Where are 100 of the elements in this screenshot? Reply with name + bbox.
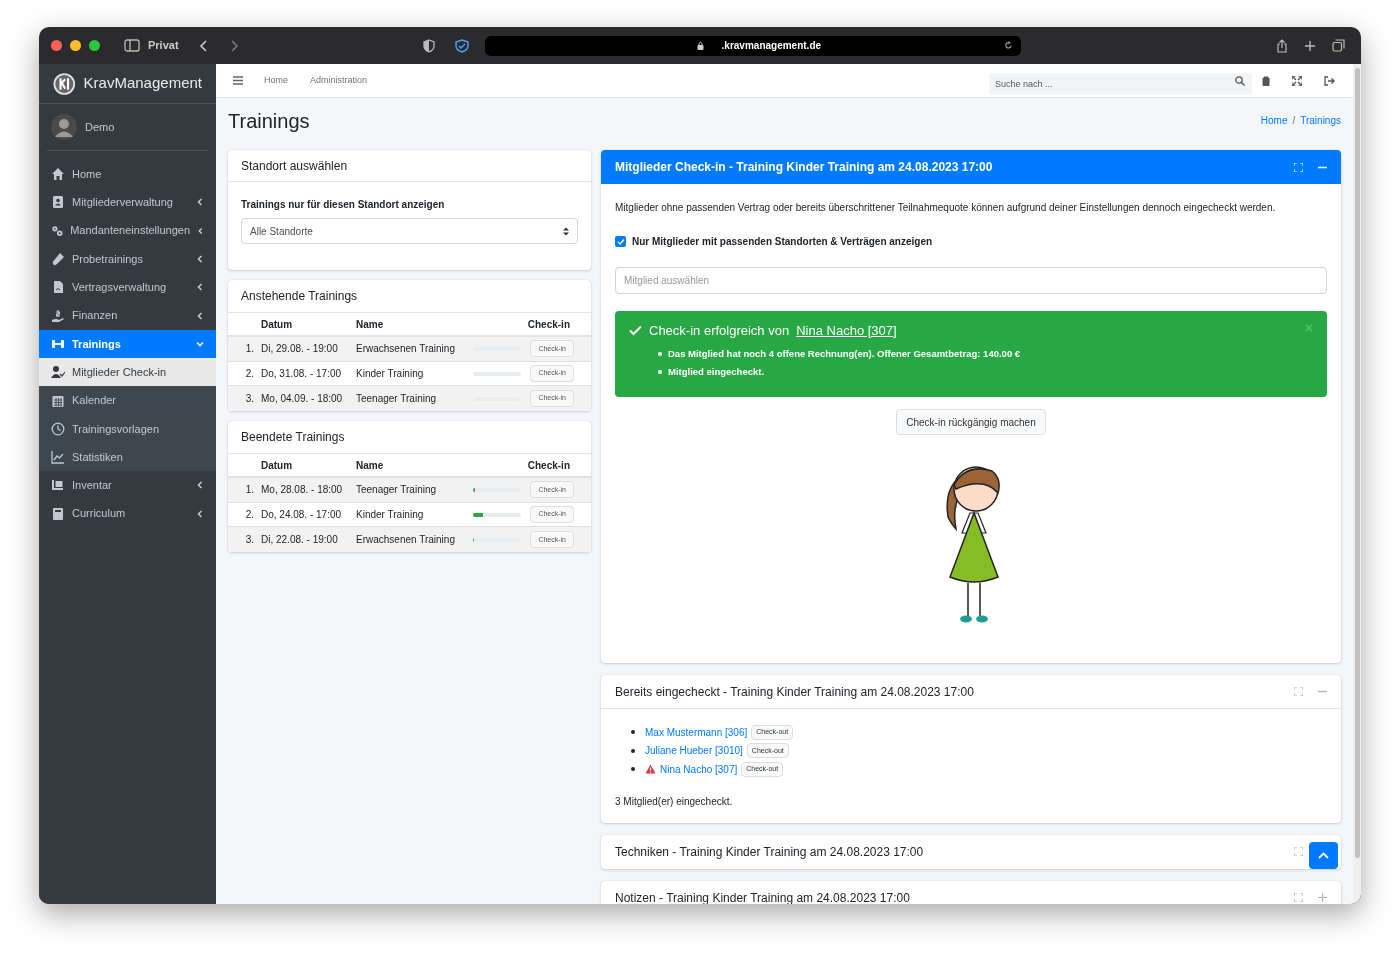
sidebar-item[interactable]: Mandanteneinstellungen — [39, 216, 216, 245]
member-select-field[interactable]: Mitglied auswählen — [615, 267, 1327, 294]
user-name[interactable]: Demo — [85, 118, 115, 136]
table-cell-text: Do, 24.08. - 17:00 — [261, 508, 343, 523]
brand-name[interactable]: KravManagement — [83, 72, 202, 95]
summary-text: 3 Mitglied(er) eingecheckt. — [615, 794, 734, 809]
window-control[interactable] — [89, 40, 100, 51]
hand-coin-icon — [51, 308, 65, 323]
sidebar-subitem[interactable]: Kalender — [39, 386, 216, 415]
gears-icon — [51, 223, 64, 238]
sidebar-item[interactable]: Inventar — [39, 471, 216, 500]
expand-icon — [1294, 893, 1303, 902]
test-tube-icon — [51, 252, 65, 267]
checkbox-label: Nur Mitglieder mit passenden Standorten & Verträgen anzeigen — [632, 235, 933, 249]
row-number: 2. — [244, 367, 255, 382]
table-cell-text: Mo, 04.09. - 18:00 — [261, 392, 344, 407]
expand-icon — [1294, 847, 1303, 856]
sidebar-item[interactable]: Trainings — [39, 329, 216, 359]
shield-check-icon — [454, 38, 469, 53]
sidebar-item[interactable]: Vertragsverwaltung — [39, 273, 216, 302]
table-cell-text: Di, 22.08. - 19:00 — [261, 533, 339, 548]
address-bar[interactable]: .kravmanagement.de — [484, 35, 1021, 56]
column-header: Check-in — [527, 458, 570, 473]
table-cell-text: Mo, 28.08. - 18:00 — [261, 483, 344, 498]
row-number: 1. — [244, 483, 255, 498]
clock-icon — [51, 421, 65, 436]
avatar-icon — [51, 114, 77, 140]
logo-icon — [53, 71, 76, 96]
calendar-icon — [51, 393, 65, 408]
clipboard-icon — [1262, 75, 1270, 86]
window-control[interactable] — [51, 40, 62, 51]
card-title: Anstehende Trainings — [228, 280, 591, 313]
sidebar-item[interactable]: Probetrainings — [39, 244, 216, 274]
table-cell-text: Teenager Training — [356, 392, 438, 407]
scrollbar-thumb[interactable] — [1354, 68, 1360, 858]
sidebar-subitem[interactable]: Statistiken — [39, 442, 216, 472]
row-number: 1. — [244, 342, 255, 357]
info-text: Mitglieder ohne passenden Vertrag oder bereits überschrittener Teilnahmequote können aufgrund deiner Einstellungen dennoch eingecheckt werden. — [615, 201, 1277, 215]
sidebar-item[interactable]: Finanzen — [39, 301, 216, 330]
sidebar-item[interactable]: Mitgliederverwaltung — [39, 188, 216, 217]
sort-caret-icon — [563, 226, 569, 236]
table-cell-text: Kinder Training — [356, 367, 425, 382]
member-link[interactable]: Nina Nacho [307] — [660, 761, 738, 777]
lock-icon — [696, 41, 704, 50]
bullet-icon — [658, 351, 662, 356]
breadcrumb-link[interactable]: Home — [1260, 113, 1288, 128]
forward-icon — [228, 39, 239, 52]
breadcrumb-link[interactable]: Trainings — [1300, 113, 1341, 128]
plus-icon — [1304, 39, 1316, 52]
sidebar-subitem[interactable]: Trainingsvorlagen — [39, 414, 216, 443]
bullet-icon — [658, 369, 662, 374]
search-icon — [1235, 75, 1245, 86]
card-title: Bereits eingecheckt - Training Kinder Training am 24.08.2023 17:00 — [615, 683, 974, 701]
breadcrumb-separator: / — [1292, 114, 1296, 128]
scroll-to-top-button[interactable] — [1309, 841, 1338, 869]
table-cell-text: Erwachsenen Training — [356, 342, 456, 357]
member-link[interactable]: Juliane Hueber [3010] — [645, 743, 743, 759]
row-number: 3. — [244, 533, 255, 548]
card-title: Beendete Trainings — [228, 421, 591, 455]
url-text: .kravmanagement.de — [721, 39, 822, 53]
reload-icon — [1003, 41, 1013, 50]
card-title: Notizen - Training Kinder Training am 24.08.2023 17:00 — [615, 889, 910, 904]
member-link[interactable]: Max Mustermann [306] — [645, 724, 748, 740]
contact-card-icon — [51, 195, 65, 210]
nav-link[interactable]: Home — [253, 73, 299, 88]
location-select[interactable]: Alle Standorte — [241, 218, 578, 244]
card-title: Standort auswählen — [228, 150, 591, 182]
checkbox[interactable] — [615, 236, 626, 247]
logout-icon — [1324, 75, 1335, 86]
expand-icon — [1294, 687, 1303, 696]
sidebar-icon — [124, 39, 140, 52]
undo-check-in-button[interactable]: Check-in rückgängig machen — [896, 409, 1046, 435]
column-header: Name — [356, 458, 385, 473]
tabs-icon — [1332, 39, 1345, 52]
table-cell-text: Erwachsenen Training — [356, 533, 456, 548]
menu-icon — [233, 76, 243, 85]
sidebar-item[interactable]: Home — [39, 160, 216, 189]
sidebar-item[interactable]: Curriculum — [39, 499, 216, 528]
back-icon — [198, 39, 209, 52]
sidebar-subitem[interactable]: Mitglieder Check-in — [39, 358, 216, 387]
chart-line-icon — [51, 450, 65, 465]
alert-title: Check-in erfolgreich von — [649, 322, 790, 340]
profile-label[interactable]: Privat — [148, 37, 179, 54]
bullet-icon — [631, 767, 635, 772]
field-label: Trainings nur für diesen Standort anzeigen — [241, 198, 446, 212]
card-title: Mitglieder Check-in - Training Kinder Training am 24.08.2023 17:00 — [615, 159, 993, 176]
column-header: Name — [356, 317, 385, 332]
column-header: Datum — [261, 458, 294, 473]
search-field[interactable]: Suche nach ... — [989, 72, 1252, 95]
row-number: 2. — [244, 508, 255, 523]
nav-link[interactable]: Administration — [299, 73, 379, 88]
fullscreen-icon — [1292, 75, 1302, 86]
table-cell-text: Do, 31.08. - 17:00 — [261, 367, 343, 382]
expand-icon — [1294, 162, 1303, 172]
user-check-icon — [51, 365, 65, 380]
card-title: Techniken - Training Kinder Training am 24.08.2023 17:00 — [615, 843, 924, 861]
book-icon — [51, 506, 65, 521]
home-icon — [51, 167, 65, 182]
row-number: 3. — [244, 392, 255, 407]
window-control[interactable] — [70, 40, 81, 51]
